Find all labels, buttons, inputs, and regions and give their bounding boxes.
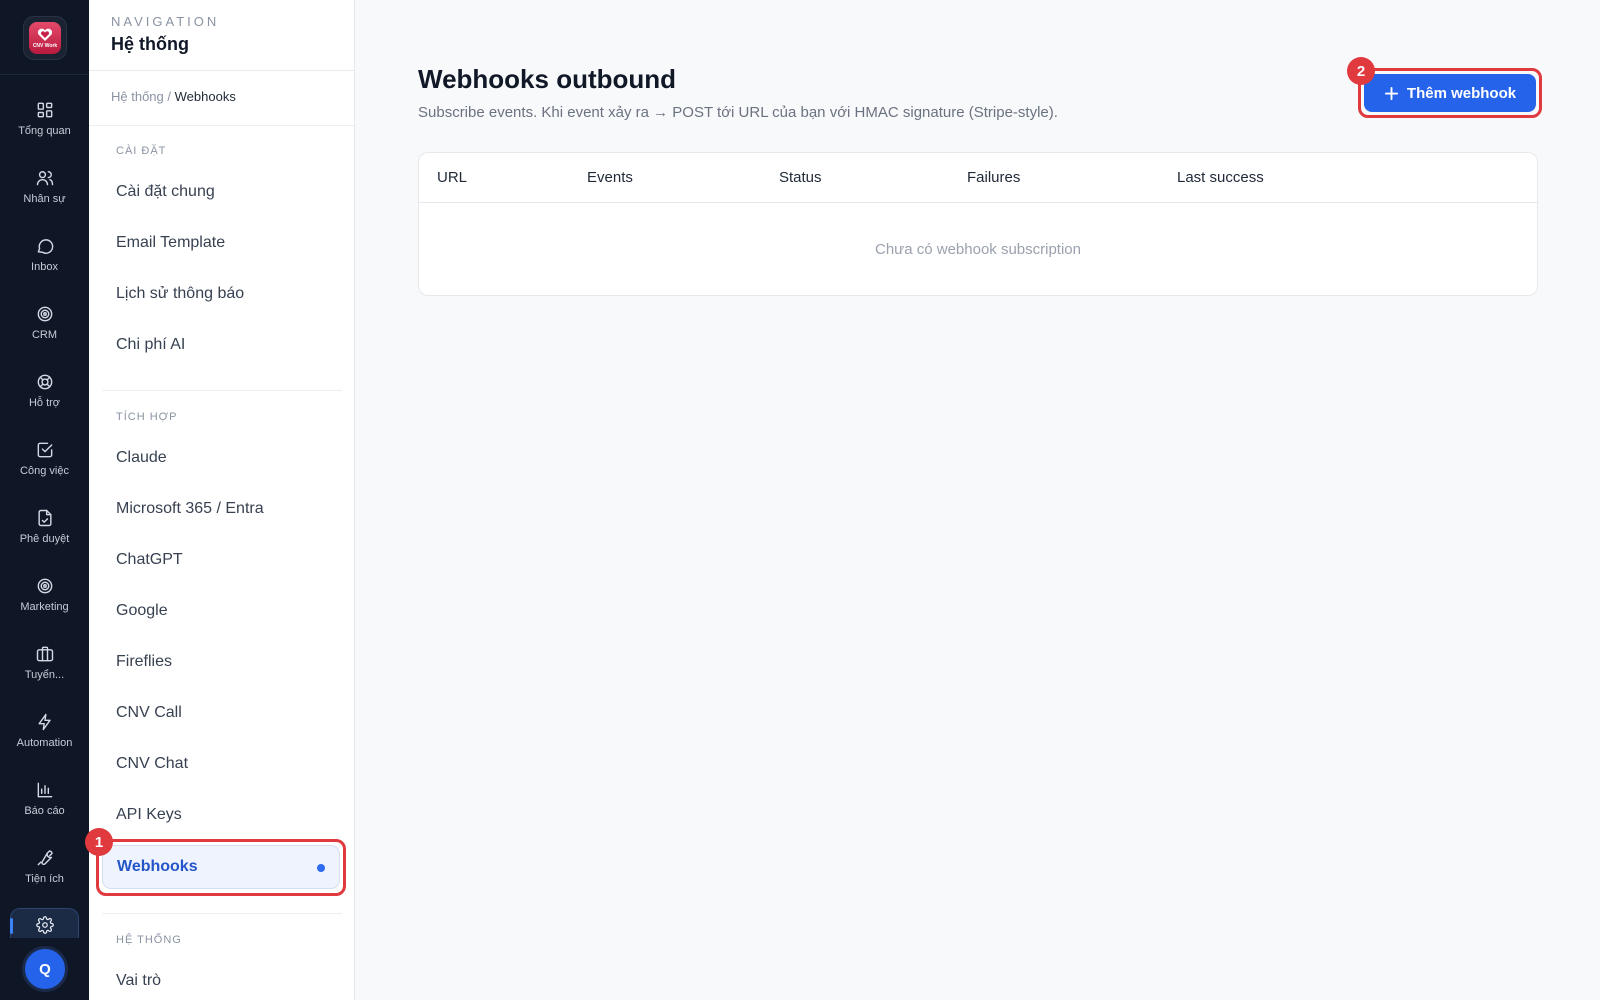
sidebar-item-lich-su-thong-bao[interactable]: Lịch sử thông báo xyxy=(116,285,244,303)
sidebar-item-cai-dat-chung[interactable]: Cài đặt chung xyxy=(116,183,215,201)
page-subtitle: Subscribe events. Khi event xảy ra → POS… xyxy=(418,104,1058,121)
rail-label: Inbox xyxy=(31,261,58,273)
rail-label: Công việc xyxy=(20,465,69,477)
rail-item-tuyen-dung[interactable]: Tuyển... xyxy=(0,644,89,704)
rail-item-bao-cao[interactable]: Báo cáo xyxy=(0,780,89,840)
rail-item-crm[interactable]: CRM xyxy=(0,304,89,364)
sidebar-item-email-template[interactable]: Email Template xyxy=(116,234,225,252)
rail-label: Marketing xyxy=(20,601,69,613)
rail-label: Hỗ trợ xyxy=(28,397,61,409)
section-label-cai-dat: CÀI ĐẶT xyxy=(116,145,167,157)
sidebar-item-fireflies[interactable]: Fireflies xyxy=(116,653,172,671)
rail-label: Nhân sự xyxy=(23,193,66,205)
step-badge-1: 1 xyxy=(85,828,113,856)
rail-label: Tiện ích xyxy=(25,873,64,885)
column-header-failures[interactable]: Failures xyxy=(967,169,1020,186)
sidebar-item-claude[interactable]: Claude xyxy=(116,449,167,467)
empty-state-text: Chưa có webhook subscription xyxy=(875,241,1081,258)
webhooks-table: URL Events Status Failures Last success … xyxy=(418,152,1538,296)
rail-item-inbox[interactable]: Inbox xyxy=(0,236,89,296)
breadcrumb-separator: / xyxy=(167,89,172,104)
target-icon xyxy=(37,306,52,322)
chat-icon xyxy=(37,239,53,254)
breadcrumb-current: Webhooks xyxy=(174,89,236,104)
table-header: URL Events Status Failures Last success xyxy=(419,153,1537,203)
wrench-icon xyxy=(37,850,53,866)
section-label-tich-hop: TÍCH HỢP xyxy=(116,411,178,423)
sidebar-item-chatgpt[interactable]: ChatGPT xyxy=(116,551,183,569)
divider xyxy=(102,390,342,391)
lifebuoy-icon xyxy=(37,374,52,390)
grid-icon xyxy=(37,102,52,118)
icon-rail: CNV Work Tổng quan Nhân sự Inbox CRM Hỗ … xyxy=(0,0,89,1000)
column-header-events[interactable]: Events xyxy=(587,169,633,186)
rail-item-ho-tro[interactable]: Hỗ trợ xyxy=(0,372,89,432)
gear-icon xyxy=(35,916,54,934)
logo-text: CNV Work xyxy=(32,42,58,49)
rail-item-nhan-su[interactable]: Nhân sự xyxy=(0,168,89,228)
divider xyxy=(102,913,342,914)
divider xyxy=(89,125,354,126)
rail-label: Tổng quan xyxy=(18,125,71,137)
sidebar-item-vai-tro[interactable]: Vai trò xyxy=(116,972,161,990)
rail-item-automation[interactable]: Automation xyxy=(0,712,89,772)
users-icon xyxy=(36,171,53,186)
sidebar-kicker: NAVIGATION xyxy=(111,14,220,29)
sidebar-item-chi-phi-ai[interactable]: Chi phí AI xyxy=(116,336,185,354)
column-header-last-success[interactable]: Last success xyxy=(1177,169,1264,186)
step-badge-2: 2 xyxy=(1347,57,1375,85)
active-indicator xyxy=(10,918,13,934)
column-header-url[interactable]: URL xyxy=(437,169,467,186)
section-label-he-thong: HỆ THỐNG xyxy=(116,934,182,946)
breadcrumb-parent[interactable]: Hệ thống xyxy=(111,89,164,104)
file-sign-icon xyxy=(37,509,52,527)
rail-divider xyxy=(0,74,89,75)
page-title: Webhooks outbound xyxy=(418,64,677,94)
rail-item-he-thong-active[interactable] xyxy=(10,908,79,938)
bolt-icon xyxy=(37,713,51,731)
rail-label: Automation xyxy=(16,737,73,749)
highlight-box-2 xyxy=(1358,68,1542,118)
rail-item-marketing[interactable]: Marketing xyxy=(0,576,89,636)
target-icon xyxy=(37,578,52,594)
secondary-sidebar: NAVIGATION Hệ thống Hệ thống / Webhooks … xyxy=(85,0,355,1000)
sidebar-item-google[interactable]: Google xyxy=(116,602,168,620)
rail-item-tien-ich[interactable]: Tiện ích xyxy=(0,848,89,908)
rail-label: Báo cáo xyxy=(24,805,65,817)
sidebar-item-api-keys[interactable]: API Keys xyxy=(116,806,182,824)
bar-chart-icon xyxy=(37,782,52,798)
rail-label: CRM xyxy=(31,329,58,341)
highlight-box-1 xyxy=(96,839,346,896)
rail-item-cong-viec[interactable]: Công việc xyxy=(0,440,89,500)
breadcrumb: Hệ thống / Webhooks xyxy=(111,89,236,104)
sidebar-header: NAVIGATION Hệ thống xyxy=(89,0,354,71)
sidebar-item-cnv-call[interactable]: CNV Call xyxy=(116,704,182,722)
sidebar-item-cnv-chat[interactable]: CNV Chat xyxy=(116,755,188,773)
rail-label: Tuyển... xyxy=(24,669,65,681)
sidebar-item-microsoft-365[interactable]: Microsoft 365 / Entra xyxy=(116,500,264,518)
sidebar-title: Hệ thống xyxy=(111,34,189,54)
checkbox-icon xyxy=(37,442,52,458)
briefcase-icon xyxy=(36,646,53,662)
column-header-status[interactable]: Status xyxy=(779,169,822,186)
app-logo[interactable]: CNV Work xyxy=(23,16,67,60)
heart-logo-icon: CNV Work xyxy=(29,22,61,54)
rail-label: Phê duyệt xyxy=(19,533,70,545)
rail-item-phe-duyet[interactable]: Phê duyệt xyxy=(0,508,89,568)
user-avatar[interactable]: Q xyxy=(22,946,68,992)
avatar-initial: Q xyxy=(39,960,51,978)
rail-item-tong-quan[interactable]: Tổng quan xyxy=(0,100,89,160)
